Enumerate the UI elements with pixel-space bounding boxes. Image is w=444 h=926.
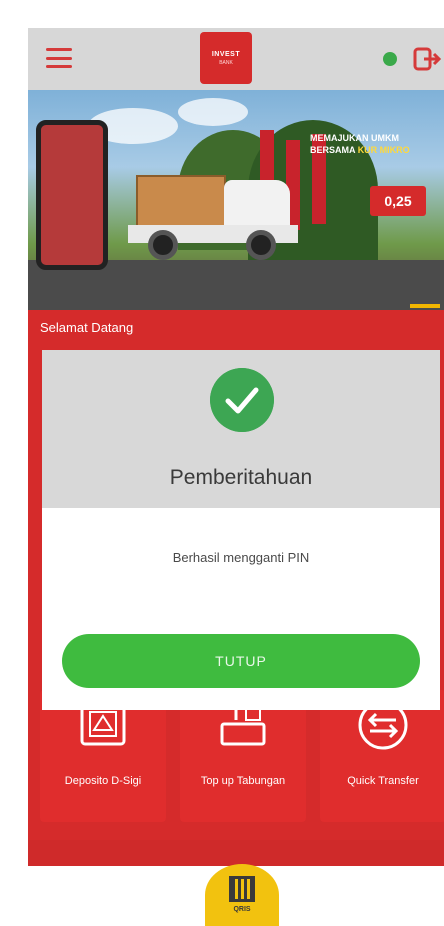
logo-line-2: BANK <box>219 59 233 66</box>
welcome-greeting: Selamat Datang <box>40 320 134 335</box>
truck-wheel <box>246 230 276 260</box>
notification-dialog: Pemberitahuan Berhasil mengganti PIN TUT… <box>42 350 440 710</box>
logo-line-1: INVEST <box>211 50 241 58</box>
bottom-strip <box>28 840 444 866</box>
menu-label: Quick Transfer <box>347 775 419 787</box>
welcome-subtitle <box>40 340 230 350</box>
banner-promo-line-1: MEMAJUKAN UMKM <box>310 133 399 143</box>
menu-label: Top up Tabungan <box>200 775 286 787</box>
menu-label: Deposito D-Sigi <box>64 775 142 787</box>
banner-page-indicator[interactable] <box>410 304 440 308</box>
dialog-header: Pemberitahuan <box>42 350 440 508</box>
dialog-title: Pemberitahuan <box>169 466 313 489</box>
promo-banner[interactable]: MEMAJUKAN UMKM BERSAMA KUR MIKRO 0,25 <box>28 90 444 310</box>
truck-wheel <box>148 230 178 260</box>
logout-icon[interactable] <box>412 46 442 72</box>
bank-logo: INVEST BANK <box>200 32 252 84</box>
banner-phone-image <box>36 120 108 270</box>
hamburger-menu-icon[interactable] <box>46 48 72 68</box>
check-circle-icon <box>210 368 274 432</box>
banner-truck-cargo <box>136 175 226 227</box>
banner-promo-line-2: BERSAMA KUR MIKRO <box>310 144 444 156</box>
close-button[interactable]: TUTUP <box>62 634 420 688</box>
banner-promo-highlight: KUR MIKRO <box>357 145 410 155</box>
dialog-body: Berhasil mengganti PIN TUTUP <box>42 508 440 710</box>
dialog-message: Berhasil mengganti PIN <box>172 550 310 565</box>
phone-screen: INVEST BANK MEMAJUKAN UMKM BERSAMA KUR M… <box>28 28 444 866</box>
banner-promo-text: MEMAJUKAN UMKM BERSAMA KUR MIKRO <box>310 132 444 156</box>
banner-rate-badge: 0,25 <box>370 186 426 216</box>
online-status-dot <box>383 52 397 66</box>
qris-button[interactable]: QRIS <box>205 864 279 926</box>
qris-label: QRIS <box>233 906 251 913</box>
banner-promo-prefix: BERSAMA <box>310 145 356 155</box>
qr-code-icon <box>229 876 255 902</box>
app-header: INVEST BANK <box>28 28 444 90</box>
